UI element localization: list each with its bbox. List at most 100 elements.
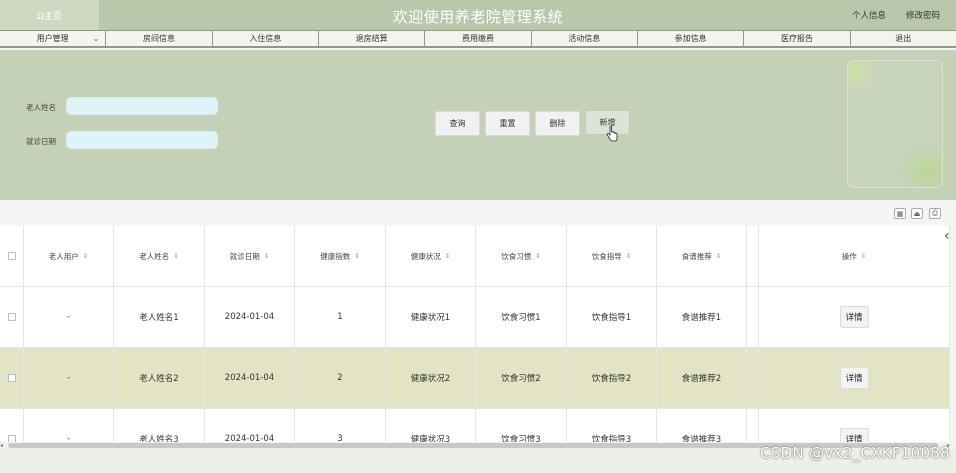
nav-item-user-management[interactable]: 用户管理 ⌄ <box>0 31 107 46</box>
print-icon[interactable]: ⎙ <box>929 208 941 219</box>
detail-button[interactable]: 详情 <box>839 428 869 442</box>
sort-icon: ⇕ <box>263 252 270 260</box>
personal-info-link[interactable]: 个人信息 <box>852 9 886 21</box>
nav-item-logout[interactable]: 退出 <box>851 31 956 46</box>
cell-name: 老人姓名1 <box>114 287 205 348</box>
column-header[interactable]: 健康指数 ⇕ <box>295 226 386 287</box>
nav-item-fees[interactable]: 费用缴费 <box>425 31 532 46</box>
cell-status: 健康状况2 <box>386 348 476 409</box>
table-row: - 老人姓名3 2024-01-04 3 健康状况3 饮食习惯3 饮食指导3 食… <box>0 409 950 442</box>
sort-icon: ⇕ <box>715 252 722 260</box>
date-input[interactable] <box>66 131 218 149</box>
row-select-cell <box>0 348 24 409</box>
cell-date: 2024-01-04 <box>205 348 295 409</box>
detail-button[interactable]: 详情 <box>839 367 869 389</box>
query-button[interactable]: 查询 <box>435 111 480 136</box>
column-header-label: 老人姓名 <box>139 251 170 261</box>
home-button[interactable]: Ω主页 <box>0 0 99 30</box>
scroll-left-icon[interactable]: ◂ <box>0 442 3 449</box>
cell-guide: 饮食指导2 <box>567 348 657 409</box>
collapse-arrow-icon[interactable]: ‹ <box>944 228 950 244</box>
cell-name: 老人姓名3 <box>114 409 205 442</box>
cell-date: 2024-01-04 <box>205 409 295 442</box>
column-header-label: 饮食指导 <box>591 251 622 261</box>
cell-recipe: 食谱推荐2 <box>657 348 747 409</box>
sort-icon: ⇕ <box>82 252 89 260</box>
cell-recipe: 食谱推荐3 <box>657 409 747 442</box>
change-password-link[interactable]: 修改密码 <box>906 9 940 21</box>
reset-button[interactable]: 重置 <box>485 111 530 136</box>
decorative-glow <box>848 61 880 97</box>
cell-habit: 饮食习惯1 <box>476 287 567 348</box>
nav-item-activities[interactable]: 活动信息 <box>532 31 638 46</box>
column-header[interactable]: 老人姓名 ⇕ <box>114 226 205 287</box>
cell-action: 详情 <box>759 348 950 409</box>
top-header: Ω主页 欢迎使用养老院管理系统 个人信息 修改密码 <box>0 0 956 30</box>
column-header[interactable]: 饮食指导 ⇕ <box>567 226 657 287</box>
column-header[interactable]: 老人用户 ⇕ <box>24 226 114 287</box>
date-label: 就诊日期 <box>26 137 56 146</box>
cell-recipe: 食谱推荐1 <box>657 287 747 348</box>
decorative-glow <box>898 143 942 187</box>
cell-index: 3 <box>295 409 386 442</box>
delete-button[interactable]: 删除 <box>535 111 580 136</box>
hand-cursor-icon <box>606 126 618 142</box>
nav-item-label: 医疗报告 <box>780 34 813 43</box>
table-row: - 老人姓名2 2024-01-04 2 健康状况2 饮食习惯2 饮食指导2 食… <box>0 348 950 409</box>
cell-index: 2 <box>295 348 386 409</box>
column-header[interactable]: 食谱推荐 ⇕ <box>657 226 747 287</box>
cell-index: 1 <box>295 287 386 348</box>
cell-guide: 饮食指导1 <box>567 287 657 348</box>
nav-item-room-info[interactable]: 房间信息 <box>106 31 213 46</box>
sort-icon: ⇕ <box>625 252 632 260</box>
detail-button[interactable]: 详情 <box>839 306 869 328</box>
sort-icon: ⇕ <box>535 252 541 260</box>
column-header-label: 就诊日期 <box>229 251 260 261</box>
columns-icon[interactable]: ▦ <box>894 208 906 219</box>
column-header[interactable]: 饮食习惯 ⇕ <box>476 226 567 287</box>
row-select-cell <box>0 287 24 348</box>
main-nav: 用户管理 ⌄ 房间信息 入住信息 退房结算 费用缴费 活动信息 参加信息 医疗报… <box>0 30 956 48</box>
nav-item-label: 退房结算 <box>355 34 388 43</box>
row-checkbox[interactable] <box>7 313 16 321</box>
nav-item-checkin-info[interactable]: 入住信息 <box>213 31 319 46</box>
data-table: 老人用户 ⇕ 老人姓名 ⇕ 就诊日期 ⇕ 健康指数 ⇕ 健康状况 ⇕ 饮食习惯 ⇕ 饮食指导… <box>0 226 950 442</box>
spacer-cell <box>747 226 759 287</box>
nav-item-label: 退出 <box>895 34 912 43</box>
row-checkbox[interactable] <box>7 435 16 442</box>
column-header-label: 老人用户 <box>48 251 79 261</box>
sort-icon: ⇕ <box>354 252 360 260</box>
cell-date: 2024-01-04 <box>205 287 295 348</box>
row-checkbox[interactable] <box>7 374 16 382</box>
column-header[interactable]: 就诊日期 ⇕ <box>205 226 295 287</box>
watermark: CSDN @vx2_CXKF10088 <box>760 444 950 462</box>
cell-user: - <box>24 348 114 409</box>
cell-status: 健康状况3 <box>386 409 476 442</box>
sort-icon: ⇕ <box>173 252 179 260</box>
column-header[interactable]: 操作 ⇕ <box>759 226 950 287</box>
table-header-row: 老人用户 ⇕ 老人姓名 ⇕ 就诊日期 ⇕ 健康指数 ⇕ 健康状况 ⇕ 饮食习惯 ⇕ 饮食指导… <box>0 226 950 287</box>
cell-user: - <box>24 287 114 348</box>
column-header-label: 健康状况 <box>410 251 441 261</box>
nav-item-label: 房间信息 <box>142 34 175 43</box>
cell-status: 健康状况1 <box>386 287 476 348</box>
spacer-cell <box>747 348 759 409</box>
nav-item-checkout[interactable]: 退房结算 <box>319 31 426 46</box>
app-title: 欢迎使用养老院管理系统 <box>392 8 564 26</box>
nav-item-label: 入住信息 <box>249 34 282 43</box>
nav-item-label: 活动信息 <box>568 34 601 43</box>
cell-action: 详情 <box>759 409 950 442</box>
chevron-down-icon: ⌄ <box>92 34 100 43</box>
name-input[interactable] <box>66 97 218 115</box>
sort-icon: ⇕ <box>860 252 867 260</box>
sort-icon: ⇕ <box>444 252 451 260</box>
column-header-label: 健康指数 <box>320 251 351 261</box>
export-icon[interactable]: ⏏ <box>911 208 923 219</box>
column-header[interactable]: 健康状况 ⇕ <box>386 226 476 287</box>
column-header-label: 食谱推荐 <box>681 251 712 261</box>
select-all-checkbox[interactable] <box>7 252 16 260</box>
nav-item-label: 参加信息 <box>674 34 707 43</box>
spacer-cell <box>747 287 759 348</box>
nav-item-medical-report[interactable]: 医疗报告 <box>744 31 851 46</box>
nav-item-participation[interactable]: 参加信息 <box>638 31 745 46</box>
